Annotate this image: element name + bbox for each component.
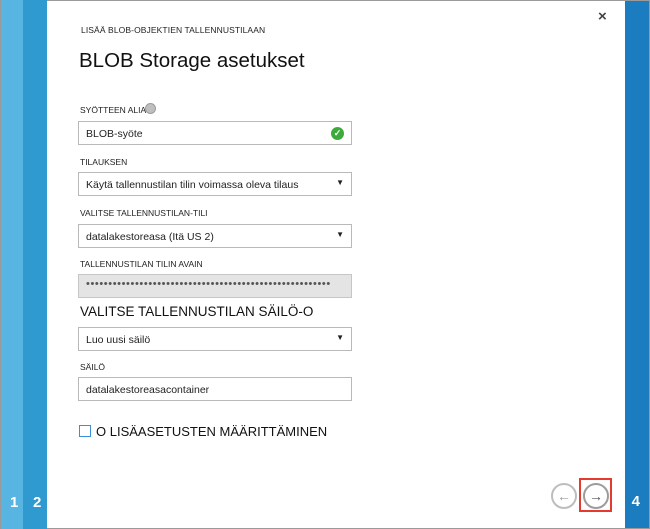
step-2-strip[interactable] — [23, 0, 47, 529]
chevron-down-icon: ▼ — [336, 178, 344, 187]
storage-key-masked: ••••••••••••••••••••••••••••••••••••••••… — [86, 278, 331, 290]
step-1-strip[interactable]: 1 — [1, 0, 23, 529]
next-button-highlight — [579, 478, 612, 512]
storage-account-value: datalakestoreasa (Itä US 2) — [86, 231, 214, 243]
back-button[interactable]: ← — [551, 483, 577, 509]
container-option-value: Luo uusi säilö — [86, 334, 151, 346]
chevron-down-icon: ▼ — [336, 230, 344, 239]
container-label: SÄILÖ — [80, 362, 106, 372]
subscription-select[interactable]: Käytä tallennustilan tilin voimassa olev… — [78, 172, 352, 196]
close-icon[interactable]: × — [598, 8, 607, 25]
step-1-number: 1 — [10, 494, 19, 511]
subscription-value: Käytä tallennustilan tilin voimassa olev… — [86, 179, 299, 191]
advanced-settings-checkbox[interactable] — [79, 425, 91, 437]
help-icon[interactable] — [145, 103, 156, 114]
storage-account-select[interactable]: datalakestoreasa (Itä US 2) ▼ — [78, 224, 352, 248]
step-2-number: 2 — [33, 494, 42, 511]
alias-label: SYÖTTEEN ALIAS — [80, 105, 152, 115]
checkmark-icon: ✓ — [331, 127, 344, 140]
alias-value: BLOB-syöte — [86, 128, 143, 140]
step-4-strip: 4 — [625, 1, 649, 528]
arrow-left-icon: ← — [557, 488, 571, 504]
container-value: datalakestoreasacontainer — [86, 384, 210, 396]
chevron-down-icon: ▼ — [336, 333, 344, 342]
subscription-label: TILAUKSEN — [80, 157, 128, 167]
dialog-title: BLOB Storage asetukset — [79, 49, 305, 72]
storage-key-field: ••••••••••••••••••••••••••••••••••••••••… — [78, 274, 352, 298]
alias-input[interactable]: BLOB-syöte ✓ — [78, 121, 352, 145]
container-section-label: VALITSE TALLENNUSTILAN SÄILÖ-O — [80, 304, 314, 319]
step-4-number: 4 — [631, 493, 640, 510]
advanced-settings-label[interactable]: O LISÄASETUSTEN MÄÄRITTÄMINEN — [96, 424, 327, 439]
container-input[interactable]: datalakestoreasacontainer — [78, 377, 352, 401]
storage-account-label: VALITSE TALLENNUSTILAN-TILI — [80, 208, 208, 218]
container-select[interactable]: Luo uusi säilö ▼ — [78, 327, 352, 351]
storage-key-label: TALLENNUSTILAN TILIN AVAIN — [80, 259, 203, 269]
dialog-subtitle: LISÄÄ BLOB-OBJEKTIEN TALLENNUSTILAAN — [81, 25, 266, 35]
